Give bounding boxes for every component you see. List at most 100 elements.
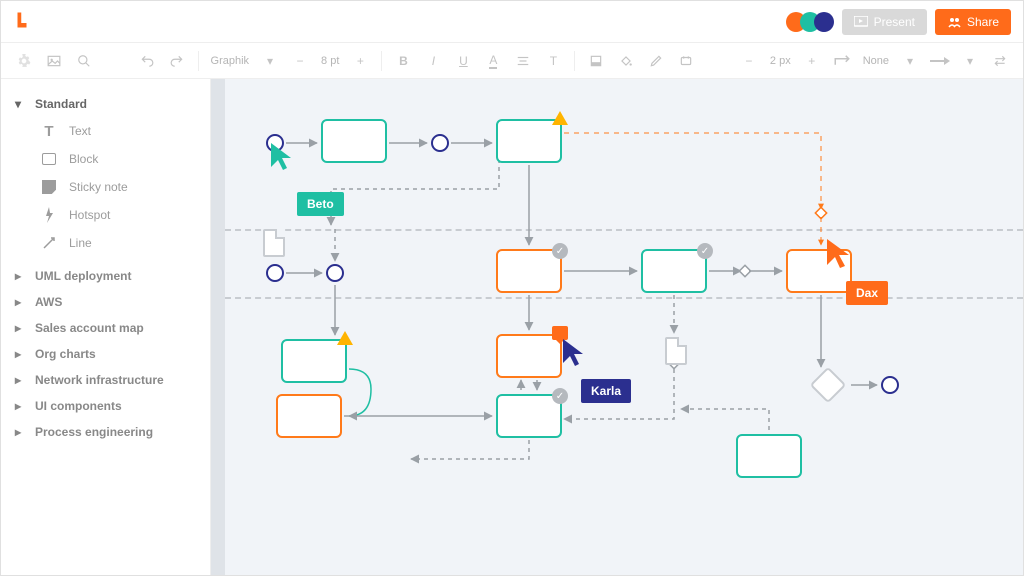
stroke-plus[interactable]: +	[799, 48, 825, 74]
sidebar-heading-label: Standard	[35, 97, 87, 111]
start-event[interactable]	[266, 264, 284, 282]
arrow-style-icon[interactable]	[927, 48, 953, 74]
check-badge: ✓	[552, 388, 568, 404]
task-block[interactable]: ✓	[496, 394, 562, 438]
present-button[interactable]: Present	[842, 9, 927, 35]
cursor-karla-icon	[561, 337, 589, 369]
align-icon[interactable]	[510, 48, 536, 74]
sidebar-item-block[interactable]: Block	[41, 145, 200, 173]
sidebar-section-org[interactable]: ▸ Org charts	[11, 341, 200, 367]
caret-right-icon: ▸	[15, 399, 25, 413]
cursor-beto-icon	[269, 141, 297, 173]
sidebar-heading-label: Sales account map	[35, 321, 144, 335]
caret-right-icon: ▸	[15, 425, 25, 439]
sidebar-item-label: Text	[69, 124, 91, 138]
task-block[interactable]	[736, 434, 802, 478]
image-icon[interactable]	[41, 48, 67, 74]
redo-icon[interactable]	[164, 48, 190, 74]
warning-badge	[337, 331, 353, 345]
stroke-width-value[interactable]: 2 px	[766, 55, 795, 67]
stroke-minus[interactable]: −	[736, 48, 762, 74]
sidebar-heading-label: AWS	[35, 295, 62, 309]
app-logo	[13, 11, 31, 32]
sidebar-section-sales[interactable]: ▸ Sales account map	[11, 315, 200, 341]
line-type-icon[interactable]	[829, 48, 855, 74]
sidebar: ▾ Standard T Text Block Sticky note	[1, 79, 211, 575]
sidebar-section-uml[interactable]: ▸ UML deployment	[11, 263, 200, 289]
warning-badge	[552, 111, 568, 125]
people-icon	[947, 16, 961, 28]
sidebar-item-hotspot[interactable]: Hotspot	[41, 201, 200, 229]
sidebar-heading-label: Process engineering	[35, 425, 153, 439]
chevron-down-icon[interactable]: ▾	[897, 48, 923, 74]
size-plus[interactable]: +	[347, 48, 373, 74]
bold-icon[interactable]: B	[390, 48, 416, 74]
task-block[interactable]	[276, 394, 342, 438]
intermediate-event[interactable]	[431, 134, 449, 152]
play-icon	[854, 16, 868, 28]
caret-right-icon: ▸	[15, 321, 25, 335]
task-block[interactable]	[321, 119, 387, 163]
bucket-icon[interactable]	[613, 48, 639, 74]
sidebar-item-text[interactable]: T Text	[41, 117, 200, 145]
toolbar: Graphik ▾ − 8 pt + B I U A T − 2 px + No…	[1, 43, 1023, 79]
zoom-icon[interactable]	[71, 48, 97, 74]
sidebar-heading-label: Org charts	[35, 347, 96, 361]
check-badge: ✓	[697, 243, 713, 259]
text-icon: T	[41, 123, 57, 139]
undo-icon[interactable]	[134, 48, 160, 74]
caret-right-icon: ▸	[15, 269, 25, 283]
sidebar-section-standard[interactable]: ▾ Standard	[11, 91, 200, 117]
cursor-label-beto: Beto	[297, 192, 344, 216]
caret-right-icon: ▸	[15, 347, 25, 361]
task-block[interactable]: ✓	[496, 249, 562, 293]
lane-divider	[225, 229, 1023, 231]
sidebar-item-sticky[interactable]: Sticky note	[41, 173, 200, 201]
chevron-down-icon[interactable]: ▾	[257, 48, 283, 74]
task-block[interactable]	[281, 339, 347, 383]
pen-icon[interactable]	[643, 48, 669, 74]
settings-icon[interactable]	[11, 48, 37, 74]
line-style-select[interactable]: None	[859, 55, 893, 67]
sidebar-item-label: Block	[69, 152, 98, 166]
canvas[interactable]: ✓ ✓ ✓ Beto Karla Dax	[211, 79, 1023, 575]
sidebar-section-process[interactable]: ▸ Process engineering	[11, 419, 200, 445]
present-label: Present	[874, 15, 915, 29]
task-block[interactable]	[496, 334, 562, 378]
font-name-select[interactable]: Graphik	[207, 55, 254, 67]
text-tool-icon[interactable]: T	[540, 48, 566, 74]
style-icon[interactable]	[673, 48, 699, 74]
chevron-down-icon[interactable]: ▾	[957, 48, 983, 74]
task-block[interactable]: ✓	[641, 249, 707, 293]
caret-right-icon: ▸	[15, 295, 25, 309]
share-label: Share	[967, 15, 999, 29]
swap-icon[interactable]	[987, 48, 1013, 74]
sidebar-heading-label: Network infrastructure	[35, 373, 164, 387]
presence-dot	[814, 12, 834, 32]
sidebar-item-line[interactable]: Line	[41, 229, 200, 257]
gateway-diamond[interactable]	[810, 367, 847, 404]
sidebar-heading-label: UML deployment	[35, 269, 131, 283]
document-shape[interactable]	[263, 229, 285, 257]
intermediate-event[interactable]	[326, 264, 344, 282]
sidebar-section-aws[interactable]: ▸ AWS	[11, 289, 200, 315]
line-icon	[41, 235, 57, 251]
underline-icon[interactable]: U	[450, 48, 476, 74]
text-color-icon[interactable]: A	[480, 48, 506, 74]
sidebar-heading-label: UI components	[35, 399, 122, 413]
share-button[interactable]: Share	[935, 9, 1011, 35]
lane-gutter	[211, 79, 225, 575]
caret-right-icon: ▸	[15, 373, 25, 387]
block-icon	[41, 151, 57, 167]
italic-icon[interactable]: I	[420, 48, 446, 74]
fill-icon[interactable]	[583, 48, 609, 74]
font-size-value[interactable]: 8 pt	[317, 55, 343, 67]
size-minus[interactable]: −	[287, 48, 313, 74]
sidebar-section-network[interactable]: ▸ Network infrastructure	[11, 367, 200, 393]
check-badge: ✓	[552, 243, 568, 259]
task-block[interactable]	[496, 119, 562, 163]
document-shape[interactable]	[665, 337, 687, 365]
sidebar-section-ui[interactable]: ▸ UI components	[11, 393, 200, 419]
end-event[interactable]	[881, 376, 899, 394]
sticky-icon	[41, 179, 57, 195]
